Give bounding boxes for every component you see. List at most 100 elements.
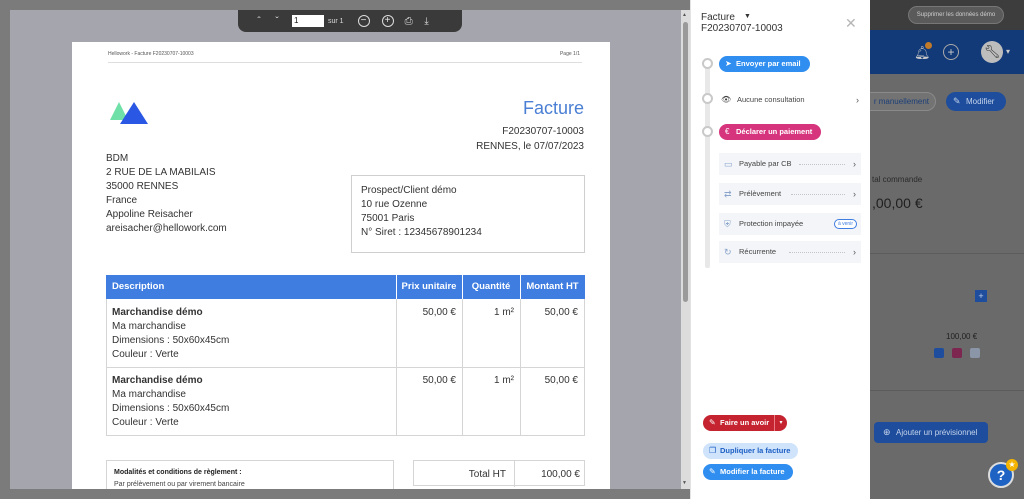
pdf-page: Hellowork - Facture F20230707-10003 Page…	[72, 42, 610, 489]
payment-option-label: Récurrente	[739, 247, 777, 256]
timeline-step-dot	[702, 126, 713, 137]
next-page-icon[interactable]: ˇ	[268, 16, 286, 27]
scroll-down-icon[interactable]: ▼	[682, 480, 687, 486]
bg-divider	[870, 253, 1024, 254]
zoom-in-icon[interactable]: +	[381, 15, 394, 27]
payment-option-protection[interactable]: ⛨ Protection impayée à venir	[719, 213, 861, 235]
sender-contact: Appoline Reisacher	[106, 209, 193, 220]
edit-invoice-label: Modifier la facture	[720, 467, 785, 476]
row-2-title: Marchandise démo	[112, 375, 203, 386]
background-app: Supprimer les données démo 🔔︎ + 🔧︎ ▾ r m…	[870, 0, 1024, 499]
star-icon: ★	[1006, 459, 1018, 471]
pdf-scrollbar[interactable]: ▲ ▼	[681, 10, 690, 489]
eye-off-icon: 👁︎	[721, 95, 732, 104]
table-border	[106, 367, 585, 368]
dotted-leader	[789, 252, 845, 253]
dotted-leader	[791, 194, 845, 195]
bg-manual-button: r manuellement	[870, 92, 936, 111]
pdf-toolbar: ˆ ˇ 1 sur 1 − + ⎙ ⤓	[238, 10, 462, 32]
chevron-right-icon: ›	[856, 95, 859, 105]
chevron-right-icon: ›	[853, 247, 856, 257]
print-icon[interactable]: ⎙	[400, 16, 418, 27]
caret-down-icon[interactable]: ▼	[744, 13, 751, 20]
scroll-up-icon[interactable]: ▲	[682, 12, 687, 18]
column-header-unit-price: Prix unitaire	[396, 275, 462, 299]
payment-option-recurring[interactable]: ↻ Récurrente ›	[719, 241, 861, 263]
bg-wrench-icon: 🔧︎	[981, 41, 1003, 63]
previous-page-icon[interactable]: ˆ	[250, 16, 268, 27]
client-name: Prospect/Client démo	[361, 185, 457, 196]
header-separator	[462, 275, 463, 299]
timeline-step-dot	[702, 93, 713, 104]
document-number: F20230707-10003	[701, 23, 783, 34]
client-street: 10 rue Ozenne	[361, 199, 428, 210]
column-header-description: Description	[106, 275, 396, 299]
scrollbar-thumb[interactable]	[683, 22, 688, 302]
company-logo	[110, 102, 148, 124]
bg-total-value: ,00,00 €	[872, 195, 923, 211]
row-1-quantity: 1 m²	[494, 307, 514, 318]
invoice-title: Facture	[522, 98, 584, 118]
bg-add-icon: +	[975, 290, 987, 302]
row-1-line: Couleur : Verte	[112, 349, 179, 360]
payment-option-label: Payable par CB	[739, 159, 792, 168]
total-box: Total HT 100,00 €	[413, 460, 585, 487]
shield-icon: ⛨	[724, 219, 731, 229]
row-1-title: Marchandise démo	[112, 307, 203, 318]
document-type-selector[interactable]: Facture	[701, 12, 735, 23]
column-header-quantity: Quantité	[462, 275, 520, 299]
payment-option-card[interactable]: ▭ Payable par CB ›	[719, 153, 861, 175]
client-city: 75001 Paris	[361, 213, 415, 224]
send-email-label: Envoyer par email	[736, 59, 801, 68]
card-icon: ▭	[724, 159, 733, 169]
chevron-right-icon: ›	[853, 159, 856, 169]
row-1-line: Ma marchandise	[112, 321, 186, 332]
download-icon[interactable]: ⤓	[418, 16, 436, 27]
edit-invoice-button[interactable]: ✎ Modifier la facture	[703, 464, 793, 480]
credit-note-dropdown-icon[interactable]: ▾	[774, 415, 787, 431]
sender-country: France	[106, 195, 138, 206]
duplicate-invoice-button[interactable]: ❐ Dupliquer la facture	[703, 443, 799, 459]
page-number-input[interactable]: 1	[292, 15, 324, 27]
payment-option-direct-debit[interactable]: ⇄ Prélèvement ›	[719, 183, 861, 205]
column-header-amount: Montant HT	[520, 275, 585, 299]
invoice-place-date: RENNES, le 07/07/2023	[476, 141, 584, 152]
zoom-out-icon[interactable]: −	[357, 15, 370, 27]
recurring-icon: ↻	[724, 247, 732, 257]
bg-amount: 100,00 €	[946, 332, 978, 341]
credit-note-button[interactable]: ✎ Faire un avoir	[703, 415, 778, 431]
close-icon[interactable]: ✕	[845, 16, 857, 30]
bg-euro-icon	[952, 348, 962, 358]
declare-payment-button[interactable]: € Déclarer un paiement	[719, 124, 822, 140]
row-1-amount: 50,00 €	[544, 307, 578, 318]
row-2-line: Couleur : Verte	[112, 417, 179, 428]
invoice-number: F20230707-10003	[502, 126, 584, 137]
pencil-icon: ✎	[709, 467, 716, 476]
duplicate-invoice-label: Dupliquer la facture	[720, 446, 791, 455]
page-count-label: sur 1	[328, 17, 344, 25]
send-email-button[interactable]: ➤ Envoyer par email	[719, 56, 810, 72]
row-1-unit-price: 50,00 €	[422, 307, 456, 318]
page-header-title: Hellowork - Facture F20230707-10003	[108, 51, 194, 57]
bg-plus-icon: +	[943, 44, 959, 60]
payment-option-label: Prélèvement	[739, 189, 782, 198]
bg-modifier-button: Modifier	[946, 92, 1006, 111]
total-label: Total HT	[468, 469, 506, 480]
page-header-number: Page 1/1	[559, 51, 580, 57]
row-2-line: Dimensions : 50x60x45cm	[112, 403, 230, 414]
header-divider	[108, 62, 582, 63]
bg-send-icon	[934, 348, 944, 358]
table-border	[106, 435, 585, 436]
bg-add-forecast-button: Ajouter un prévisionnel	[874, 422, 988, 443]
payment-option-label: Protection impayée	[739, 219, 804, 228]
row-2-quantity: 1 m²	[494, 375, 514, 386]
consultation-status[interactable]: 👁︎ Aucune consultation ›	[721, 92, 859, 108]
row-2-unit-price: 50,00 €	[422, 375, 456, 386]
row-2-amount: 50,00 €	[544, 375, 578, 386]
chevron-right-icon: ›	[853, 189, 856, 199]
bg-caret-icon: ▾	[1006, 47, 1011, 56]
header-separator	[396, 275, 397, 299]
consultation-label: Aucune consultation	[737, 95, 805, 104]
sender-email: areisacher@hellowork.com	[106, 223, 227, 234]
timeline-step-dot	[702, 58, 713, 69]
